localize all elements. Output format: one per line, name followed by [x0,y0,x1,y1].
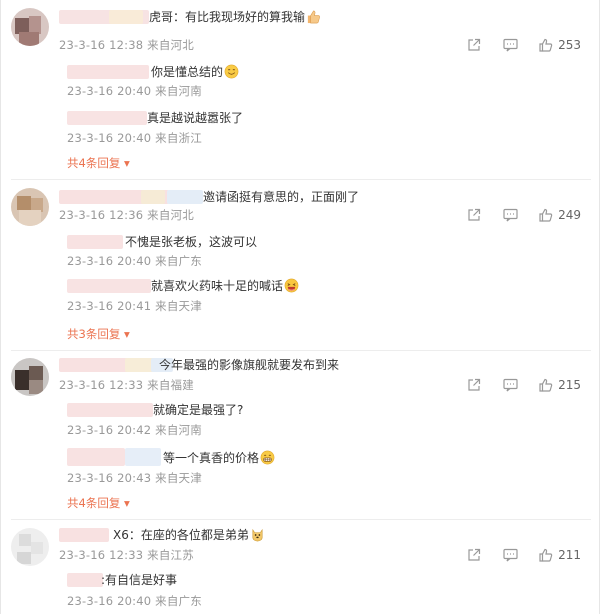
reply-text: :有自信是好事 [101,573,178,587]
smile-emoji [224,64,239,79]
like-count: 211 [558,548,581,562]
username-redacted [141,190,165,204]
caret-down-icon: ▾ [120,327,130,341]
reply-meta: 23-3-16 20:40 来自广东 [67,254,202,268]
like-count: 215 [558,378,581,392]
reply-username-redacted[interactable] [67,235,123,249]
comment-text: X6：在座的各位都是弟弟 [113,527,265,543]
comment-text: 今年最强的影像旗舰就要发布到来 [159,358,340,372]
share-icon[interactable] [466,377,482,393]
divider [11,519,591,520]
reply-username-redacted[interactable] [67,65,149,79]
reply-username-redacted[interactable] [67,279,151,293]
comment-actions: 249 [466,207,581,223]
reply-text: 就确定是最强了? [153,403,244,417]
comment-meta: 23-3-16 12:38 来自河北 [59,38,194,52]
comment-icon[interactable] [502,547,518,563]
avatar[interactable] [11,528,49,566]
reply-meta: 23-3-16 20:40 来自河南 [67,84,202,98]
reply-text: 你是懂总结的 [151,64,239,80]
comment-actions: 211 [466,547,581,563]
thumbs-up-icon [538,547,554,563]
thumbs-up-icon [538,377,554,393]
like-button[interactable]: 253 [538,37,581,53]
comment-list: 虎哥：有比我现场好的算我输 23-3-16 12:38 来自河北 253 你是懂 [0,0,600,614]
like-button[interactable]: 249 [538,207,581,223]
reply-username-redacted[interactable] [67,573,103,587]
like-count: 253 [558,38,581,52]
reply-meta: 23-3-16 20:42 来自河南 [67,423,202,437]
comment-text: 虎哥：有比我现场好的算我输 [149,9,321,25]
username-redacted [109,10,143,24]
reply-meta: 23-3-16 20:40 来自浙江 [67,131,202,145]
reply-username-redacted [125,448,161,466]
reply-username-redacted[interactable] [67,111,147,125]
comment-meta: 23-3-16 12:36 来自河北 [59,208,194,222]
comment-icon[interactable] [502,377,518,393]
reply-meta: 23-3-16 20:41 来自天津 [67,299,202,313]
comment-actions: 253 [466,37,581,53]
divider [11,350,591,351]
comment-text: 邀请函挺有意思的，正面刚了 [203,190,360,204]
comment-meta: 23-3-16 12:33 来自江苏 [59,548,194,562]
thumbs-up-emoji [306,9,321,24]
comment-icon[interactable] [502,207,518,223]
like-button[interactable]: 211 [538,547,581,563]
comment-actions: 215 [466,377,581,393]
reply-text: 等一个真香的价格 [163,450,275,466]
comment-icon[interactable] [502,37,518,53]
reply-text: 不愧是张老板，这波可以 [125,235,258,249]
laugh-emoji [284,278,299,293]
caret-down-icon: ▾ [120,156,130,170]
reply-meta: 23-3-16 20:40 来自广东 [67,594,202,608]
username-redacted [167,190,203,204]
avatar[interactable] [11,188,49,226]
like-button[interactable]: 215 [538,377,581,393]
comment-meta: 23-3-16 12:33 来自福建 [59,378,194,392]
like-count: 249 [558,208,581,222]
divider [11,179,591,180]
share-icon[interactable] [466,37,482,53]
expand-replies-link[interactable]: 共4条回复 ▾ [67,156,130,170]
caret-down-icon: ▾ [120,496,130,510]
avatar[interactable] [11,358,49,396]
reply-username-redacted[interactable] [67,403,153,417]
share-icon[interactable] [466,207,482,223]
expand-replies-link[interactable]: 共4条回复 ▾ [67,496,130,510]
avatar[interactable] [11,8,49,46]
grin-emoji [260,450,275,465]
reply-meta: 23-3-16 20:43 来自天津 [67,471,202,485]
reply-text: 就喜欢火药味十足的喊话 [151,278,299,294]
username-redacted[interactable] [59,358,129,372]
thumbs-up-icon [538,207,554,223]
share-icon[interactable] [466,547,482,563]
reply-username-redacted[interactable] [67,448,125,466]
reply-text: 真是越说越嚣张了 [147,111,244,125]
expand-replies-link[interactable]: 共3条回复 ▾ [67,327,130,341]
username-redacted[interactable] [59,528,109,542]
doge-emoji [250,527,265,542]
thumbs-up-icon [538,37,554,53]
